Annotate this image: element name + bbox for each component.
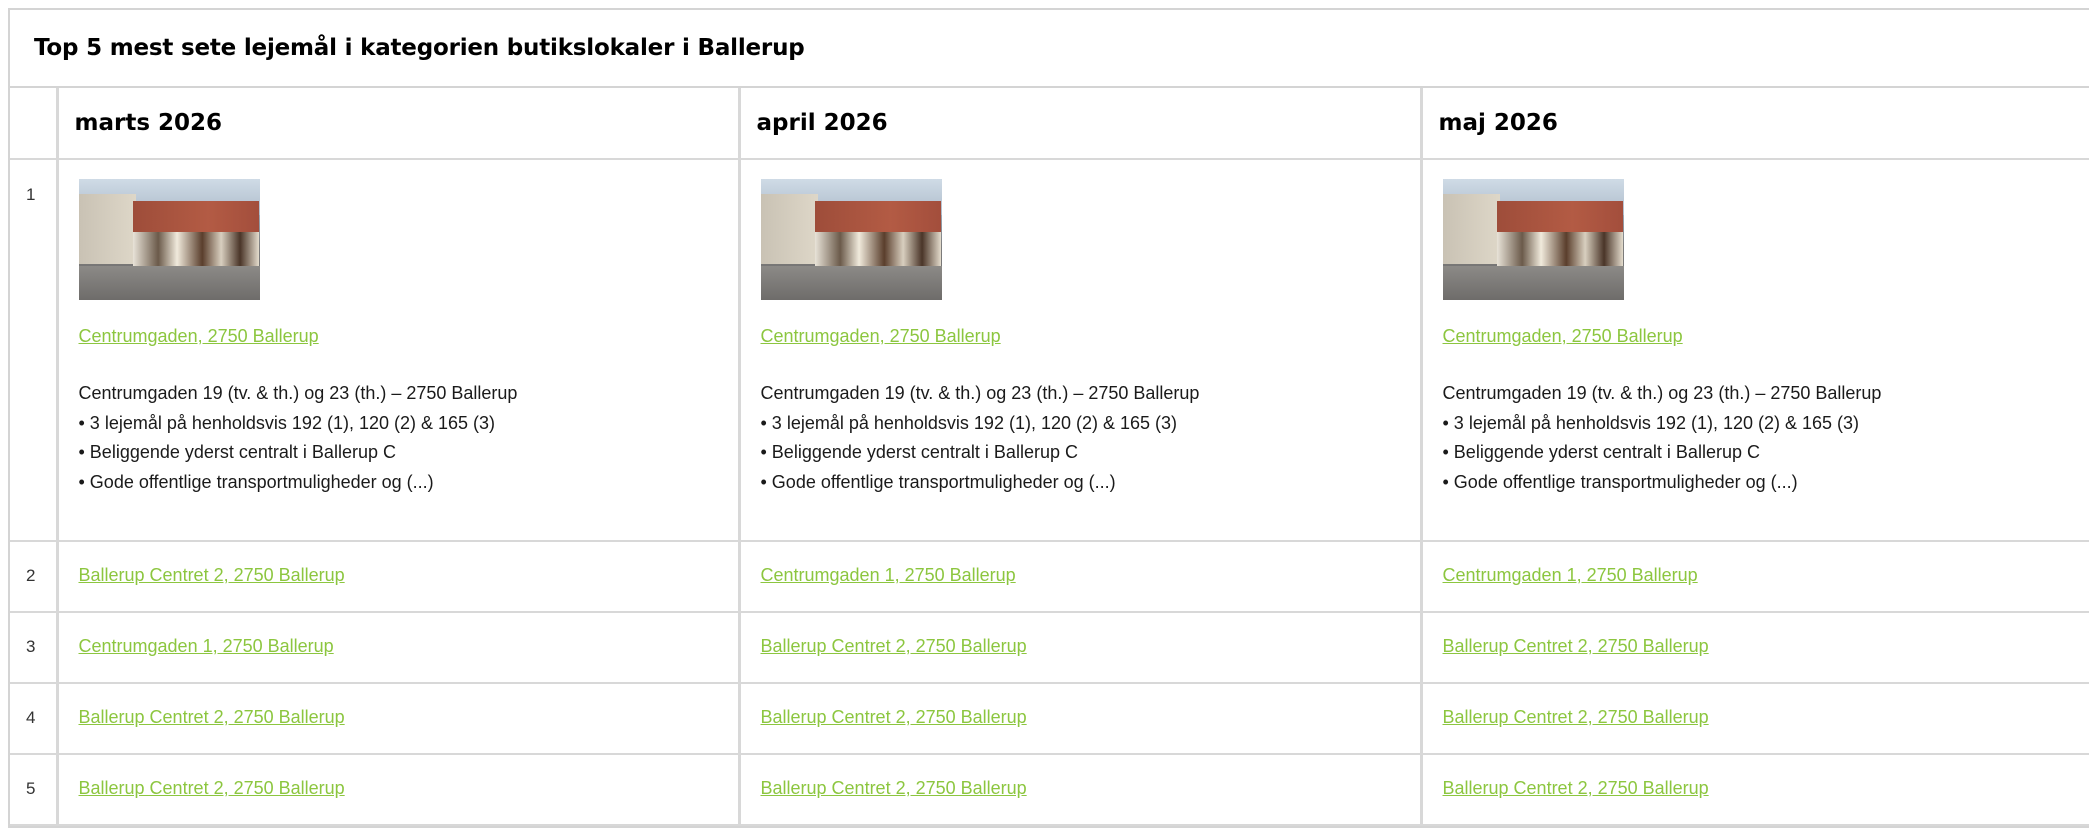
listing-link[interactable]: Ballerup Centret 2, 2750 Ballerup	[79, 707, 345, 727]
description-line: • Beliggende yderst centralt i Ballerup …	[1443, 438, 2089, 468]
month-header: maj 2026	[1421, 88, 2089, 159]
description-line: • 3 lejemål på henholdsvis 192 (1), 120 …	[79, 409, 738, 439]
listing-link[interactable]: Centrumgaden 1, 2750 Ballerup	[1443, 565, 1698, 585]
description-line: • 3 lejemål på henholdsvis 192 (1), 120 …	[761, 409, 1420, 439]
table-row: 3 Centrumgaden 1, 2750 Ballerup Ballerup…	[10, 612, 2089, 683]
listing-link[interactable]: Ballerup Centret 2, 2750 Ballerup	[761, 778, 1027, 798]
table-row: 2 Ballerup Centret 2, 2750 Ballerup Cent…	[10, 541, 2089, 612]
listing-cell: Ballerup Centret 2, 2750 Ballerup	[57, 541, 739, 612]
listing-link[interactable]: Ballerup Centret 2, 2750 Ballerup	[761, 707, 1027, 727]
listing-cell: Centrumgaden 1, 2750 Ballerup	[57, 612, 739, 683]
listing-cell: Ballerup Centret 2, 2750 Ballerup	[57, 754, 739, 825]
rank-number: 1	[10, 159, 57, 541]
listing-photo[interactable]	[1443, 179, 1624, 300]
listing-link[interactable]: Ballerup Centret 2, 2750 Ballerup	[1443, 707, 1709, 727]
listing-cell: Ballerup Centret 2, 2750 Ballerup	[57, 683, 739, 754]
listing-link[interactable]: Ballerup Centret 2, 2750 Ballerup	[79, 778, 345, 798]
listing-cell: Ballerup Centret 2, 2750 Ballerup	[1421, 754, 2089, 825]
listing-link[interactable]: Centrumgaden, 2750 Ballerup	[79, 326, 319, 346]
listing-photo[interactable]	[761, 179, 942, 300]
panel-title: Top 5 mest sete lejemål i kategorien but…	[34, 35, 805, 61]
listing-link[interactable]: Centrumgaden, 2750 Ballerup	[1443, 326, 1683, 346]
description-line: Centrumgaden 19 (tv. & th.) og 23 (th.) …	[79, 379, 738, 409]
listing-cell: Ballerup Centret 2, 2750 Ballerup	[1421, 683, 2089, 754]
listing-cell: Ballerup Centret 2, 2750 Ballerup	[739, 683, 1421, 754]
listing-link[interactable]: Ballerup Centret 2, 2750 Ballerup	[1443, 636, 1709, 656]
listing-link[interactable]: Ballerup Centret 2, 2750 Ballerup	[79, 565, 345, 585]
listing-link[interactable]: Centrumgaden 1, 2750 Ballerup	[761, 565, 1016, 585]
description-line: • Gode offentlige transportmuligheder og…	[1443, 468, 2089, 498]
rank-number: 5	[10, 754, 57, 825]
rank-number: 2	[10, 541, 57, 612]
description-line: Centrumgaden 19 (tv. & th.) og 23 (th.) …	[1443, 379, 2089, 409]
description-line: • Gode offentlige transportmuligheder og…	[761, 468, 1420, 498]
listing-description: Centrumgaden 19 (tv. & th.) og 23 (th.) …	[79, 379, 738, 497]
table-row-featured: 1 Centrumgaden, 2750 Ballerup Centrumgad…	[10, 159, 2089, 541]
month-header: marts 2026	[57, 88, 739, 159]
listing-cell: Centrumgaden 1, 2750 Ballerup	[739, 541, 1421, 612]
listing-link[interactable]: Ballerup Centret 2, 2750 Ballerup	[761, 636, 1027, 656]
rank-number: 4	[10, 683, 57, 754]
rank-number: 3	[10, 612, 57, 683]
panel-header: Top 5 mest sete lejemål i kategorien but…	[10, 10, 2089, 88]
listing-description: Centrumgaden 19 (tv. & th.) og 23 (th.) …	[761, 379, 1420, 497]
listing-link[interactable]: Ballerup Centret 2, 2750 Ballerup	[1443, 778, 1709, 798]
listing-card: Centrumgaden, 2750 Ballerup Centrumgaden…	[1421, 159, 2089, 541]
listing-card: Centrumgaden, 2750 Ballerup Centrumgaden…	[739, 159, 1421, 541]
table-row: 5 Ballerup Centret 2, 2750 Ballerup Ball…	[10, 754, 2089, 825]
listing-card: Centrumgaden, 2750 Ballerup Centrumgaden…	[57, 159, 739, 541]
listing-link[interactable]: Centrumgaden, 2750 Ballerup	[761, 326, 1001, 346]
description-line: • 3 lejemål på henholdsvis 192 (1), 120 …	[1443, 409, 2089, 439]
listing-link[interactable]: Centrumgaden 1, 2750 Ballerup	[79, 636, 334, 656]
header-row: marts 2026 april 2026 maj 2026	[10, 88, 2089, 159]
description-line: • Beliggende yderst centralt i Ballerup …	[79, 438, 738, 468]
listing-cell: Ballerup Centret 2, 2750 Ballerup	[739, 612, 1421, 683]
top-five-panel: Top 5 mest sete lejemål i kategorien but…	[8, 8, 2089, 828]
ranking-table: marts 2026 april 2026 maj 2026 1 Centrum…	[10, 88, 2089, 826]
rank-column-header	[10, 88, 57, 159]
month-header: april 2026	[739, 88, 1421, 159]
description-line: • Gode offentlige transportmuligheder og…	[79, 468, 738, 498]
table-row: 4 Ballerup Centret 2, 2750 Ballerup Ball…	[10, 683, 2089, 754]
description-line: • Beliggende yderst centralt i Ballerup …	[761, 438, 1420, 468]
listing-cell: Ballerup Centret 2, 2750 Ballerup	[739, 754, 1421, 825]
listing-cell: Centrumgaden 1, 2750 Ballerup	[1421, 541, 2089, 612]
description-line: Centrumgaden 19 (tv. & th.) og 23 (th.) …	[761, 379, 1420, 409]
listing-cell: Ballerup Centret 2, 2750 Ballerup	[1421, 612, 2089, 683]
listing-description: Centrumgaden 19 (tv. & th.) og 23 (th.) …	[1443, 379, 2089, 497]
listing-photo[interactable]	[79, 179, 260, 300]
